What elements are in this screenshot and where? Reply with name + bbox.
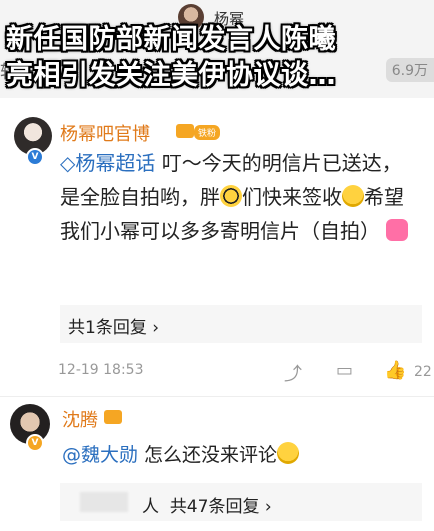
verified-gold-icon: V xyxy=(26,434,44,452)
topic-link[interactable]: ◇杨幂超话 xyxy=(60,151,155,175)
verified-icon: V xyxy=(26,148,44,166)
view-replies-link[interactable]: 人 共47条回复 › xyxy=(142,492,272,517)
like-count: 22 xyxy=(414,364,432,380)
headline-line1: 新任国防部新闻发言人陈曦 xyxy=(6,24,336,55)
divider xyxy=(0,396,434,397)
commenter-name[interactable]: 沈腾 xyxy=(62,406,98,432)
post-time: 12-19 18:53 xyxy=(58,362,144,378)
crown-icon xyxy=(176,124,194,138)
scream-emoji-icon xyxy=(342,185,364,207)
like-icon[interactable]: 👍 xyxy=(384,360,406,381)
blurred-name xyxy=(80,492,128,512)
mention-link[interactable]: @魏大勋 xyxy=(62,444,138,466)
post-text: ◇杨幂超话 叮～今天的明信片已送达，是全脸自拍哟，胖 们快来签收 希望我们小幂可以多… xyxy=(60,146,420,248)
comment-text: @魏大勋 怎么还没来评论 xyxy=(62,440,300,467)
author-name[interactable]: 杨幂吧官博 xyxy=(60,120,150,146)
crown-icon xyxy=(104,410,122,424)
news-headline: 新任国防部新闻发言人陈曦 亮相引发关注美伊协议谈… xyxy=(6,22,430,94)
view-replies-link[interactable]: 共1条回复 › xyxy=(68,313,159,338)
headline-line2: 亮相引发关注美伊协议谈… xyxy=(6,60,336,91)
share-icon[interactable]: ⤴ xyxy=(284,360,302,386)
bee-emoji-icon xyxy=(220,185,242,207)
shrug-emoji-icon xyxy=(277,442,300,464)
fan-badge: 铁粉 xyxy=(194,125,221,140)
heart-emoji-icon xyxy=(386,219,409,241)
comment-icon[interactable]: ▭ xyxy=(336,360,353,381)
